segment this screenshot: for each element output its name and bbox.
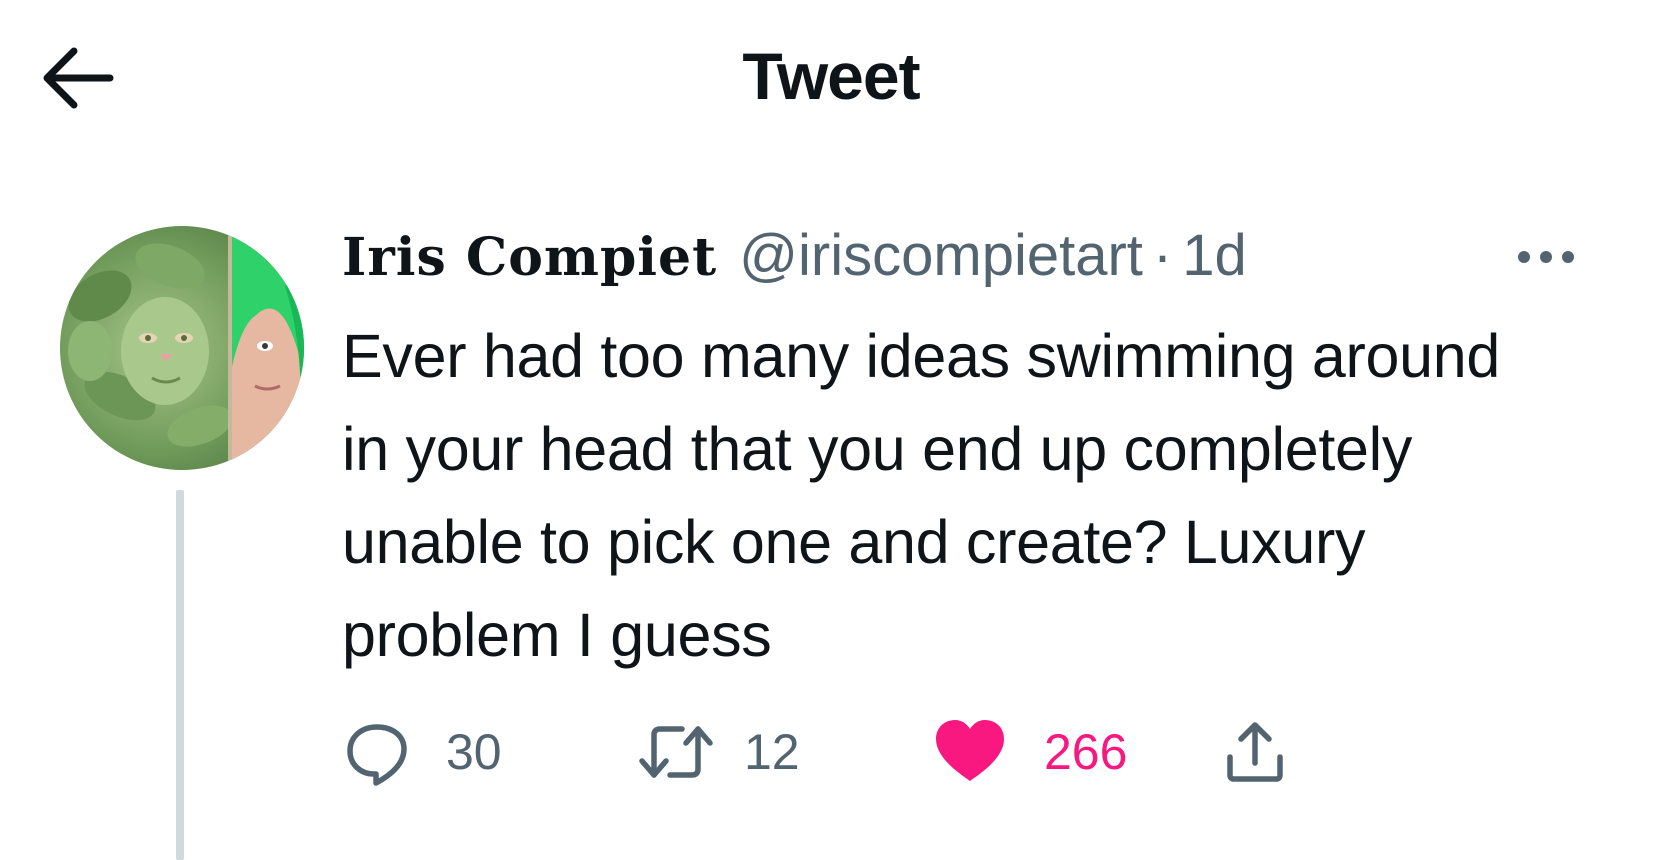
page-title: Tweet: [742, 39, 920, 113]
top-bar: Tweet: [0, 0, 1662, 150]
more-options-button[interactable]: [1506, 232, 1586, 282]
like-button[interactable]: 266: [932, 712, 1127, 792]
avatar-image: [60, 226, 304, 470]
share-button[interactable]: [1220, 712, 1290, 792]
reply-icon: [347, 724, 407, 786]
retweet-button[interactable]: 12: [634, 712, 800, 792]
heart-icon: [936, 720, 1004, 781]
tweet-header: Iris Compiet @iriscompietart · 1d: [342, 222, 1247, 292]
timestamp[interactable]: 1d: [1182, 222, 1247, 289]
avatar[interactable]: [60, 226, 304, 470]
tweet-actions: 30 12 266: [342, 712, 1422, 792]
tweet-text: Ever had too many ideas swimming around …: [342, 322, 1501, 669]
reply-count: 30: [446, 724, 502, 780]
retweet-icon: [639, 726, 713, 778]
reply-button[interactable]: 30: [342, 712, 502, 792]
retweet-count: 12: [744, 724, 800, 780]
share-icon: [1227, 722, 1283, 782]
display-name[interactable]: Iris Compiet: [342, 227, 717, 288]
thread-line: [176, 490, 184, 860]
more-horizontal-icon: [1518, 251, 1574, 263]
user-handle[interactable]: @iriscompietart: [739, 222, 1143, 289]
like-count: 266: [1044, 724, 1128, 780]
separator-dot: ·: [1152, 223, 1173, 288]
